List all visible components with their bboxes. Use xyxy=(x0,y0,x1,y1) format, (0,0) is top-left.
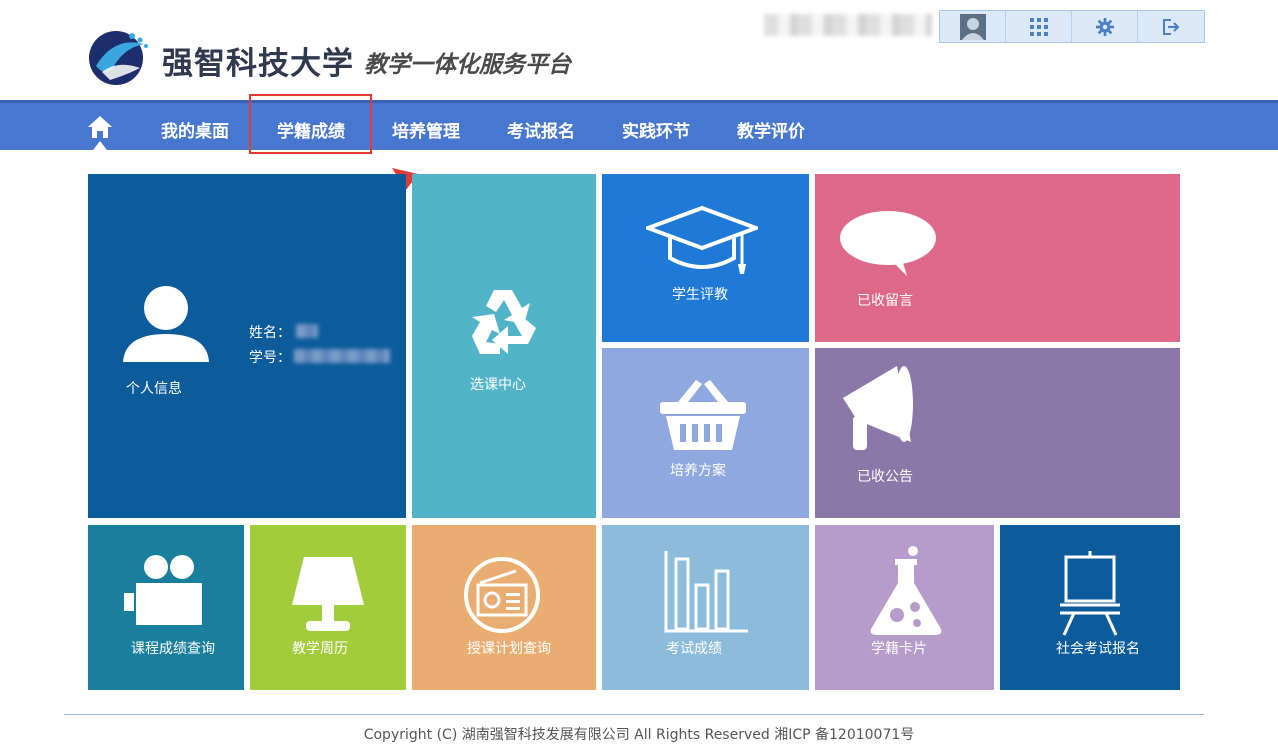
nav-item-exam-signup[interactable]: 考试报名 xyxy=(507,117,575,142)
user-icon xyxy=(123,286,209,362)
apps-button[interactable] xyxy=(1006,11,1072,42)
tile-social-exam-signup[interactable]: 社会考试报名 xyxy=(1000,525,1180,690)
brand-title: 强智科技大学 xyxy=(162,46,354,82)
bar-chart-icon xyxy=(664,551,748,633)
tile-exam-scores[interactable]: 考试成绩 xyxy=(602,525,809,690)
tile-label: 已收公告 xyxy=(857,469,913,485)
tile-label: 考试成绩 xyxy=(666,641,722,657)
tile-received-announcements[interactable]: 已收公告 xyxy=(815,348,1180,518)
radio-icon xyxy=(464,557,540,633)
tile-label: 社会考试报名 xyxy=(1056,641,1140,657)
gear-icon xyxy=(1095,17,1114,36)
tile-student-evaluation[interactable]: 学生评教 xyxy=(602,174,809,342)
user-name-blurred xyxy=(764,14,932,36)
grid-icon xyxy=(1029,17,1048,36)
nav-item-evaluation[interactable]: 教学评价 xyxy=(737,117,805,142)
student-id-value-blurred xyxy=(294,349,390,363)
tile-label: 课程成绩查询 xyxy=(131,641,215,657)
university-logo xyxy=(89,31,148,85)
annotation-highlight-box xyxy=(249,94,372,154)
brand-subtitle: 教学一体化服务平台 xyxy=(364,52,571,78)
tile-label: 教学周历 xyxy=(292,641,348,657)
main-nav: 我的桌面 学籍成绩 培养管理 考试报名 实践环节 教学评价 xyxy=(0,100,1278,150)
tile-training-plan[interactable]: 培养方案 xyxy=(602,348,809,518)
footer-copyright: Copyright (C) 湖南强智科技发展有限公司 All Rights Re… xyxy=(363,727,915,743)
speech-bubble-icon xyxy=(840,211,936,276)
graduation-cap-icon xyxy=(646,206,758,274)
nav-item-training[interactable]: 培养管理 xyxy=(392,117,460,142)
profile-button[interactable] xyxy=(940,11,1006,42)
tile-label: 授课计划查询 xyxy=(467,641,551,657)
name-value-blurred xyxy=(296,324,318,338)
tile-course-selection[interactable]: 选课中心 xyxy=(412,174,596,518)
avatar xyxy=(959,13,986,40)
lamp-icon xyxy=(292,557,364,631)
home-icon[interactable] xyxy=(86,113,114,141)
user-toolbar xyxy=(939,10,1205,43)
tile-label: 选课中心 xyxy=(470,377,526,393)
tile-lesson-plan-query[interactable]: 授课计划查询 xyxy=(412,525,596,690)
tile-label: 培养方案 xyxy=(670,463,726,479)
video-camera-icon xyxy=(124,555,202,625)
basket-icon xyxy=(660,380,746,450)
nav-item-practice[interactable]: 实践环节 xyxy=(622,117,690,142)
tile-personal-info[interactable]: 个人信息 姓名： 学号： xyxy=(88,174,406,518)
nav-item-desktop[interactable]: 我的桌面 xyxy=(161,117,229,142)
tile-teaching-calendar[interactable]: 教学周历 xyxy=(250,525,406,690)
settings-button[interactable] xyxy=(1072,11,1138,42)
tile-received-messages[interactable]: 已收留言 xyxy=(815,174,1180,342)
tile-label: 学生评教 xyxy=(672,287,728,303)
student-id-label: 学号： xyxy=(249,350,291,366)
nav-active-caret xyxy=(93,141,107,150)
tile-course-grade-query[interactable]: 课程成绩查询 xyxy=(88,525,244,690)
tile-label: 已收留言 xyxy=(857,293,913,309)
logout-icon xyxy=(1163,18,1180,35)
flask-icon xyxy=(870,546,942,635)
tile-label: 个人信息 xyxy=(126,381,182,397)
megaphone-icon xyxy=(843,366,913,450)
name-label: 姓名： xyxy=(249,325,291,341)
footer-divider xyxy=(64,714,1204,715)
logout-button[interactable] xyxy=(1138,11,1204,42)
easel-icon xyxy=(1060,551,1120,636)
tile-label: 学籍卡片 xyxy=(871,641,927,657)
tile-student-status-card[interactable]: 学籍卡片 xyxy=(815,525,994,690)
recycle-icon xyxy=(472,290,536,354)
